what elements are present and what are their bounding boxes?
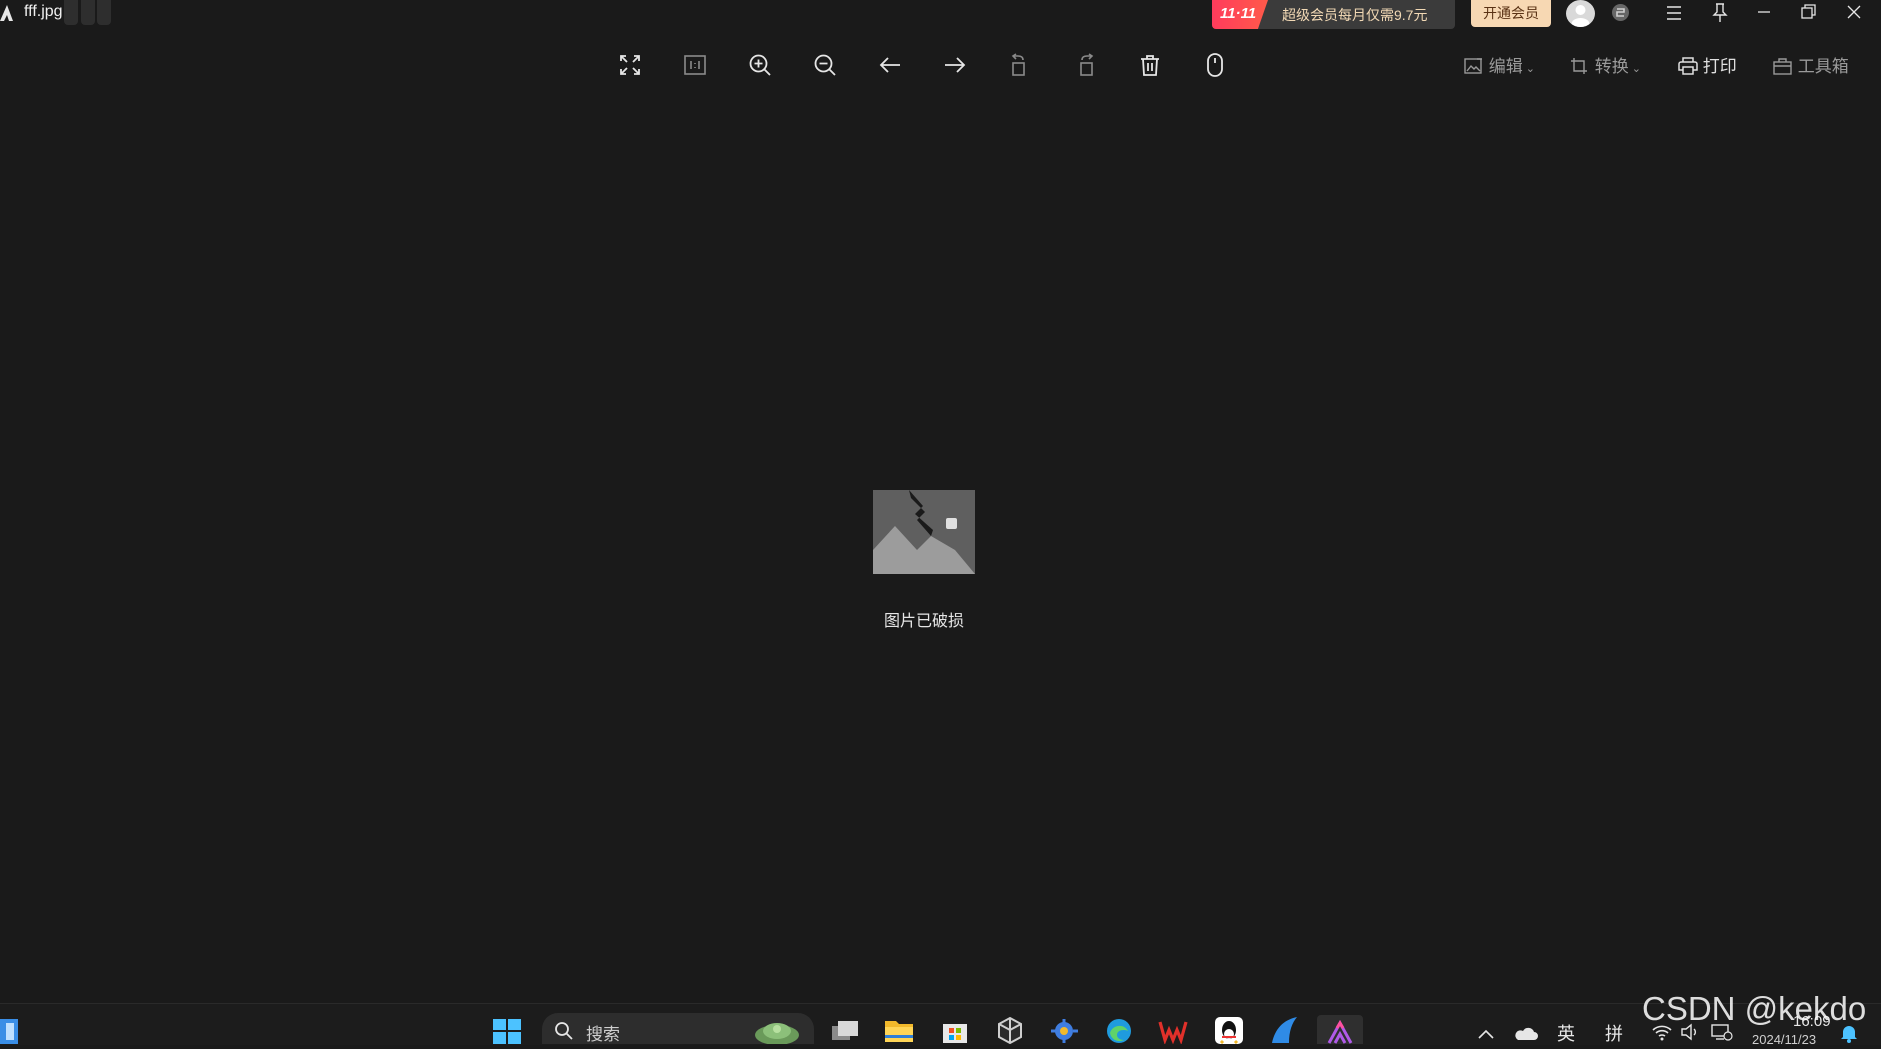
unity-icon[interactable]	[995, 1015, 1025, 1045]
settings-tool-icon[interactable]	[1049, 1015, 1079, 1044]
start-button[interactable]	[492, 1018, 522, 1044]
app-logo-icon	[0, 5, 13, 21]
microsoft-store-icon[interactable]	[940, 1015, 970, 1044]
toolbox-icon	[1773, 58, 1792, 75]
actual-size-button[interactable]	[676, 46, 714, 84]
restore-button[interactable]	[1788, 0, 1828, 26]
windows-icon	[493, 1019, 521, 1044]
previous-icon	[879, 57, 900, 73]
toolbox-label: 工具箱	[1797, 57, 1849, 76]
title-bar: fff.jpg 11·11 超级会员每月仅需9.7元 开通会员	[0, 0, 1881, 29]
mouse-icon	[1207, 53, 1223, 77]
onedrive-icon[interactable]	[1514, 1024, 1538, 1044]
promo-banner[interactable]: 11·11 超级会员每月仅需9.7元	[1212, 0, 1455, 29]
menu-icon[interactable]	[1654, 0, 1694, 26]
edit-menu[interactable]: 编辑 ⌄	[1464, 52, 1535, 77]
plant-icon	[755, 1023, 799, 1044]
language-indicator[interactable]: 英	[1557, 1020, 1575, 1046]
tab-placeholder[interactable]	[64, 0, 78, 25]
promo-text: 超级会员每月仅需9.7元	[1282, 7, 1428, 23]
minimize-button[interactable]	[1744, 0, 1784, 26]
rotate-left-icon	[1011, 53, 1025, 76]
rotate-left-button[interactable]	[1001, 46, 1039, 84]
zoom-out-button[interactable]	[806, 46, 844, 84]
fullscreen-button[interactable]	[611, 46, 649, 84]
search-placeholder: 搜索	[586, 1025, 620, 1044]
next-icon	[945, 57, 966, 73]
file-name: fff.jpg	[24, 3, 63, 20]
delete-icon	[1141, 55, 1159, 76]
next-button[interactable]	[936, 46, 974, 84]
convert-menu[interactable]: 转换 ⌄	[1570, 52, 1641, 77]
zoom-in-icon	[749, 54, 771, 76]
chevron-down-icon: ⌄	[1522, 63, 1536, 75]
widgets-icon[interactable]	[0, 1019, 20, 1044]
watermark-text: CSDN @kekdo	[1642, 990, 1867, 1027]
file-explorer-icon[interactable]	[884, 1015, 914, 1044]
zoom-out-icon	[814, 54, 836, 76]
pin-icon[interactable]	[1700, 0, 1740, 26]
edit-icon	[1464, 58, 1482, 74]
chevron-down-icon: ⌄	[1628, 63, 1642, 75]
print-label: 打印	[1702, 57, 1737, 76]
close-button[interactable]	[1834, 0, 1874, 26]
rotate-right-button[interactable]	[1066, 46, 1104, 84]
chevron-up-icon[interactable]	[1475, 1024, 1497, 1044]
photo-viewer-taskbar-icon[interactable]	[1317, 1015, 1363, 1044]
tab-placeholder[interactable]	[81, 0, 95, 25]
open-membership-button[interactable]: 开通会员	[1471, 0, 1551, 27]
search-icon	[555, 1022, 573, 1040]
qq-icon[interactable]	[1214, 1015, 1244, 1045]
ime-indicator[interactable]: 拼	[1605, 1020, 1623, 1046]
promo-badge: 11·11	[1212, 0, 1268, 29]
previous-button[interactable]	[871, 46, 909, 84]
avatar[interactable]	[1566, 0, 1595, 27]
task-view-icon[interactable]	[830, 1015, 860, 1044]
mouse-mode-button[interactable]	[1196, 46, 1234, 84]
vip-icon[interactable]	[1612, 4, 1629, 21]
actual-size-icon	[684, 55, 706, 75]
edge-icon[interactable]	[1104, 1015, 1134, 1044]
print-button[interactable]: 打印	[1678, 52, 1737, 77]
dolphin-app-icon[interactable]	[1269, 1015, 1299, 1044]
delete-button[interactable]	[1131, 46, 1169, 84]
tab-placeholder[interactable]	[97, 0, 111, 25]
zoom-in-button[interactable]	[741, 46, 779, 84]
convert-label: 转换	[1594, 57, 1629, 76]
toolbox-button[interactable]: 工具箱	[1773, 52, 1849, 77]
taskbar-search[interactable]	[542, 1013, 814, 1044]
wps-icon[interactable]	[1158, 1015, 1188, 1045]
crop-icon	[1571, 58, 1587, 74]
rotate-right-icon	[1080, 53, 1094, 76]
date[interactable]: 2024/11/23	[1752, 1032, 1816, 1047]
image-broken-message: 图片已破损	[883, 613, 964, 630]
fullscreen-icon	[620, 55, 640, 75]
edit-label: 编辑	[1488, 57, 1523, 76]
printer-icon	[1678, 57, 1698, 75]
broken-image-icon	[873, 490, 975, 574]
